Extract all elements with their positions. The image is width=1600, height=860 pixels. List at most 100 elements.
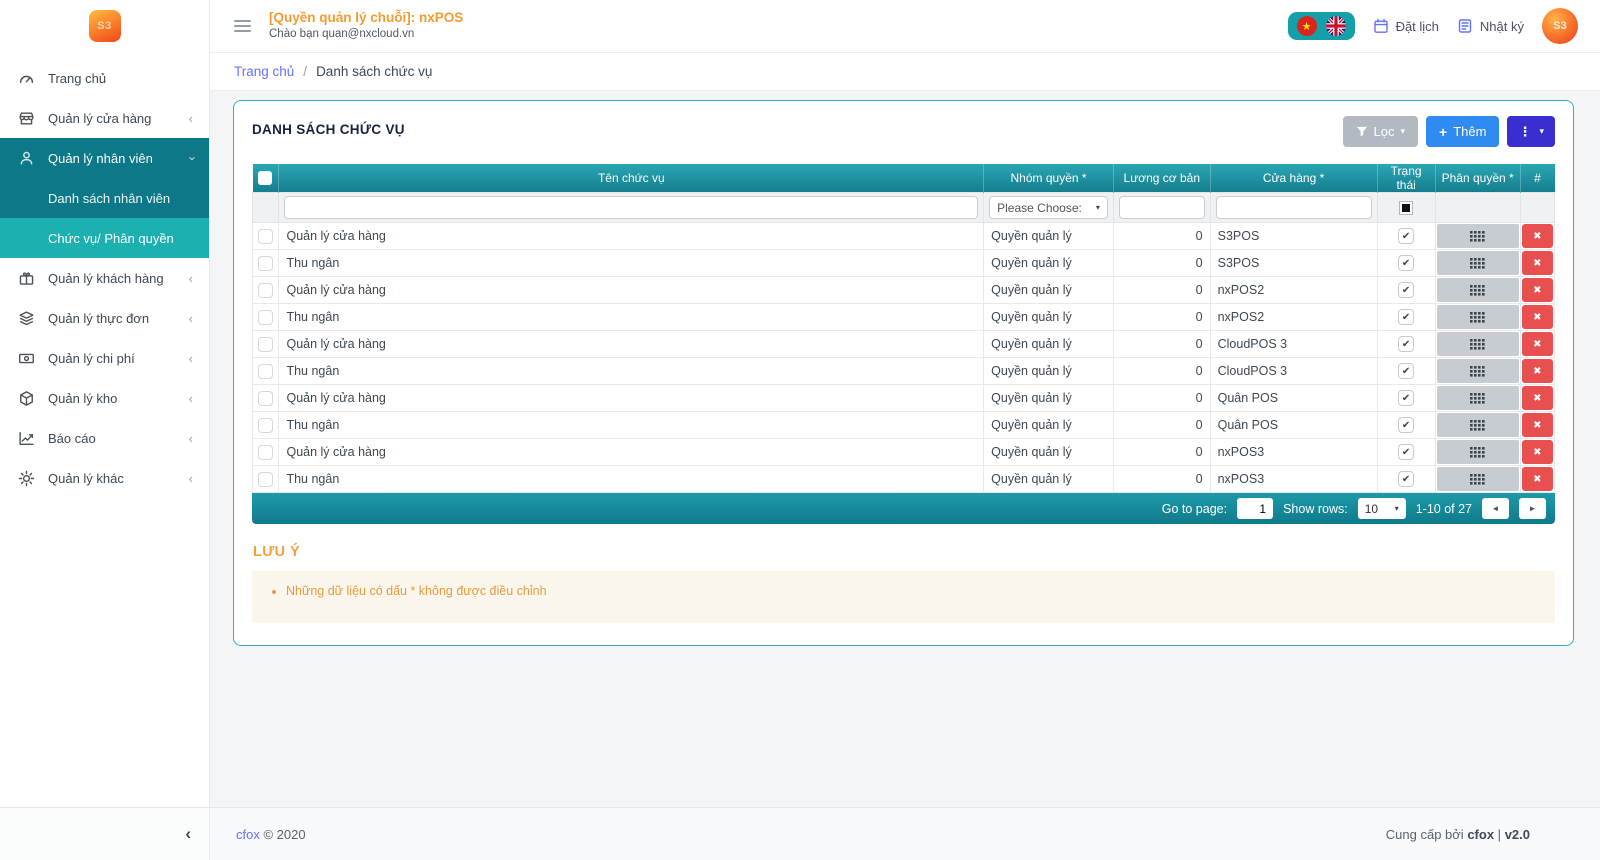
sidebar-item-label: Trang chủ <box>48 71 193 86</box>
page-number-input[interactable] <box>1237 498 1273 519</box>
roles-table: Tên chức vụ Nhóm quyền * Lương cơ bản Cử… <box>252 164 1555 493</box>
gear-icon <box>18 470 35 487</box>
footer-brand-link[interactable]: cfox <box>236 827 260 842</box>
sidebar-item-expense-management[interactable]: Quản lý chi phí ‹ <box>0 338 209 378</box>
schedule-button[interactable]: Đặt lịch <box>1373 18 1439 34</box>
status-checkbox[interactable]: ✔ <box>1398 444 1414 460</box>
delete-row-button[interactable]: ✖ <box>1522 359 1553 383</box>
column-header-actions[interactable]: # <box>1520 164 1554 193</box>
column-header-permissions[interactable]: Phân quyền * <box>1435 164 1520 193</box>
user-avatar[interactable]: S3 <box>1542 8 1578 44</box>
more-actions-button[interactable]: ⋮ ▾ <box>1507 116 1555 147</box>
status-checkbox[interactable]: ✔ <box>1398 471 1414 487</box>
permissions-grid-button[interactable] <box>1437 413 1519 437</box>
delete-row-button[interactable]: ✖ <box>1522 440 1553 464</box>
sidebar-item-other-management[interactable]: Quản lý khác ‹ <box>0 458 209 498</box>
row-select-checkbox[interactable] <box>258 364 273 379</box>
row-select-checkbox[interactable] <box>258 256 273 271</box>
row-select-checkbox[interactable] <box>258 337 273 352</box>
hamburger-menu-icon[interactable] <box>234 17 251 35</box>
status-checkbox[interactable]: ✔ <box>1398 363 1414 379</box>
vietnam-flag-icon[interactable]: ★ <box>1297 16 1317 36</box>
status-checkbox[interactable]: ✔ <box>1398 417 1414 433</box>
delete-row-button[interactable]: ✖ <box>1522 467 1553 491</box>
row-select-checkbox[interactable] <box>258 472 273 487</box>
cell-store: nxPOS2 <box>1210 277 1377 304</box>
sidebar-item-inventory-management[interactable]: Quản lý kho ‹ <box>0 378 209 418</box>
filter-permission-group-select[interactable]: Please Choose: ▾ <box>989 196 1108 219</box>
delete-row-button[interactable]: ✖ <box>1522 386 1553 410</box>
row-select-checkbox[interactable] <box>258 283 273 298</box>
permissions-grid-button[interactable] <box>1437 332 1519 356</box>
chevron-left-icon: ‹ <box>189 432 193 445</box>
row-select-checkbox[interactable] <box>258 391 273 406</box>
store-icon <box>18 110 35 127</box>
status-checkbox[interactable]: ✔ <box>1398 309 1414 325</box>
cell-store: S3POS <box>1210 250 1377 277</box>
sidebar-subitem-staff-list[interactable]: Danh sách nhân viên <box>0 178 209 218</box>
note-box: Những dữ liệu có dấu * không được điều c… <box>252 571 1555 623</box>
permissions-grid-button[interactable] <box>1437 305 1519 329</box>
sidebar-item-customer-management[interactable]: Quản lý khách hàng ‹ <box>0 258 209 298</box>
column-header-role-name[interactable]: Tên chức vụ <box>279 164 984 193</box>
filter-status-checkbox[interactable] <box>1399 201 1413 215</box>
sidebar-item-dashboard[interactable]: Trang chủ <box>0 58 209 98</box>
page-footer: cfox © 2020 Cung cấp bởi cfox | v2.0 <box>210 807 1600 860</box>
rows-per-page-select[interactable]: 10 ▾ <box>1358 498 1406 519</box>
permissions-grid-button[interactable] <box>1437 440 1519 464</box>
status-checkbox[interactable]: ✔ <box>1398 390 1414 406</box>
uk-flag-icon[interactable] <box>1326 16 1346 36</box>
sidebar-item-store-management[interactable]: Quản lý cửa hàng ‹ <box>0 98 209 138</box>
sidebar-subitem-roles-permissions[interactable]: Chức vụ/ Phân quyền <box>0 218 209 258</box>
previous-page-button[interactable]: ◄ <box>1482 498 1509 519</box>
grid-icon <box>1470 258 1485 269</box>
permissions-grid-button[interactable] <box>1437 278 1519 302</box>
permissions-grid-button[interactable] <box>1437 386 1519 410</box>
footer-provided-brand: cfox <box>1467 827 1494 842</box>
chevron-left-icon: ‹ <box>189 312 193 325</box>
delete-row-button[interactable]: ✖ <box>1522 332 1553 356</box>
delete-row-button[interactable]: ✖ <box>1522 413 1553 437</box>
sidebar-item-reports[interactable]: Báo cáo ‹ <box>0 418 209 458</box>
delete-row-button[interactable]: ✖ <box>1522 278 1553 302</box>
footer-right: Cung cấp bởi cfox | v2.0 <box>1386 827 1530 842</box>
select-all-checkbox[interactable] <box>258 171 272 185</box>
grid-icon <box>1470 420 1485 431</box>
footer-version: v2.0 <box>1505 827 1530 842</box>
permissions-grid-button[interactable] <box>1437 359 1519 383</box>
permissions-grid-button[interactable] <box>1437 224 1519 248</box>
delete-row-button[interactable]: ✖ <box>1522 224 1553 248</box>
sidebar-menu: Trang chủ Quản lý cửa hàng ‹ Quản lý nhâ… <box>0 52 209 807</box>
row-select-checkbox[interactable] <box>258 310 273 325</box>
row-select-checkbox[interactable] <box>258 445 273 460</box>
filter-store-input[interactable] <box>1216 196 1372 219</box>
row-select-checkbox[interactable] <box>258 418 273 433</box>
gift-icon <box>18 270 35 287</box>
next-page-button[interactable]: ► <box>1519 498 1546 519</box>
status-checkbox[interactable]: ✔ <box>1398 336 1414 352</box>
column-header-permission-group[interactable]: Nhóm quyền * <box>984 164 1114 193</box>
filter-role-name-input[interactable] <box>284 196 978 219</box>
row-select-checkbox[interactable] <box>258 229 273 244</box>
filter-base-salary-input[interactable] <box>1119 196 1205 219</box>
journal-button[interactable]: Nhật ký <box>1457 18 1524 34</box>
sidebar-item-staff-management[interactable]: Quản lý nhân viên ‹ <box>0 138 209 178</box>
permissions-grid-button[interactable] <box>1437 251 1519 275</box>
status-checkbox[interactable]: ✔ <box>1398 228 1414 244</box>
add-button[interactable]: + Thêm <box>1426 116 1499 147</box>
delete-row-button[interactable]: ✖ <box>1522 251 1553 275</box>
language-switcher[interactable]: ★ <box>1288 12 1355 40</box>
filter-button[interactable]: Lọc ▾ <box>1343 116 1419 147</box>
permissions-grid-button[interactable] <box>1437 467 1519 491</box>
sidebar-item-menu-management[interactable]: Quản lý thực đơn ‹ <box>0 298 209 338</box>
sidebar-collapse-icon[interactable]: ‹ <box>185 824 191 844</box>
column-header-status[interactable]: Trạng thái <box>1377 164 1435 193</box>
delete-row-button[interactable]: ✖ <box>1522 305 1553 329</box>
status-checkbox[interactable]: ✔ <box>1398 255 1414 271</box>
brand-logo[interactable]: S3 <box>89 10 121 42</box>
column-header-base-salary[interactable]: Lương cơ bản <box>1113 164 1210 193</box>
sidebar-item-label: Quản lý cửa hàng <box>48 111 176 126</box>
breadcrumb-home-link[interactable]: Trang chủ <box>234 64 294 79</box>
status-checkbox[interactable]: ✔ <box>1398 282 1414 298</box>
column-header-store[interactable]: Cửa hàng * <box>1210 164 1377 193</box>
